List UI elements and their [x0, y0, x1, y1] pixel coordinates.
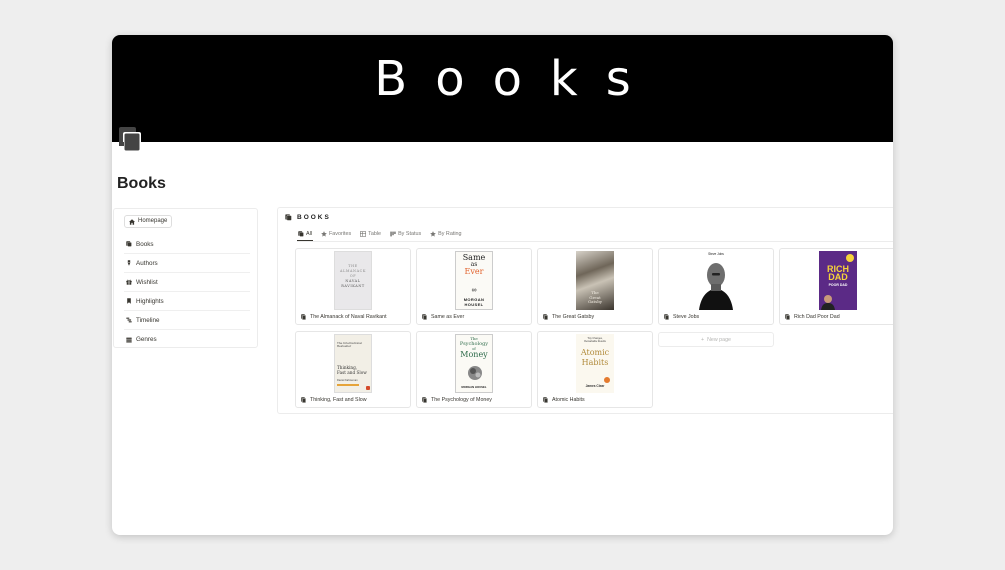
table-icon — [360, 231, 367, 237]
book-icon — [126, 241, 132, 247]
book-title: Same as Ever — [431, 314, 465, 320]
star-icon — [430, 231, 436, 237]
sidebar-item-wishlist[interactable]: Wishlist — [124, 273, 250, 292]
thinking-fast-slow-cover: The International Bestseller Thinking, F… — [334, 334, 372, 393]
page-title: Books — [117, 175, 166, 192]
tab-label: Table — [368, 231, 382, 237]
sidebar-item-label: Wishlist — [136, 278, 158, 286]
gift-icon — [126, 279, 132, 285]
sidebar-item-label: Highlights — [136, 297, 164, 305]
book-title: The Great Gatsby — [552, 314, 595, 320]
homepage-label: Homepage — [138, 218, 168, 224]
new-page-label: New page — [707, 336, 731, 343]
page-icon — [301, 397, 306, 403]
cover-title: Books — [374, 51, 659, 107]
book-cover-image: Same as Ever ∞ MORGAN HOUSEL — [417, 249, 531, 312]
steve-jobs-cover: Steve Jobs — [697, 251, 735, 310]
book-card-great-gatsby[interactable]: The Great Gatsby The Great Gatsby — [537, 248, 653, 325]
psychology-of-money-cover: The Psychology of Money MORGAN HOUSEL — [455, 334, 493, 393]
timeline-icon — [126, 317, 132, 323]
book-cover-image: The Great Gatsby — [538, 249, 652, 312]
sidebar-item-genres[interactable]: Genres — [124, 330, 250, 349]
book-title: Thinking, Fast and Slow — [310, 397, 367, 403]
rich-dad-author-photo — [821, 254, 854, 310]
page-icon — [422, 397, 427, 403]
tab-label: By Rating — [438, 231, 462, 237]
book-title: Rich Dad Poor Dad — [794, 314, 840, 320]
page-icon — [543, 314, 548, 320]
book-card-thinking-fast-slow[interactable]: The International Bestseller Thinking, F… — [295, 331, 411, 408]
database-title-text: BOOKS — [297, 214, 331, 221]
book-card-atomic-habits[interactable]: Tiny Changes, Remarkable Results Atomic … — [537, 331, 653, 408]
page-icon — [301, 314, 306, 320]
sidebar-nav: Homepage Books Authors Wishlist Highligh… — [113, 208, 258, 348]
book-cover-image: THE ALMANACK OF NAVAL RAVIKANT — [296, 249, 410, 312]
tab-by-rating[interactable]: By Rating — [429, 227, 462, 241]
books-database: BOOKS All Favorites Table By Status By R… — [277, 207, 893, 414]
book-card-almanack[interactable]: THE ALMANACK OF NAVAL RAVIKANT The Alman… — [295, 248, 411, 325]
book-title: Steve Jobs — [673, 314, 700, 320]
tab-favorites[interactable]: Favorites — [320, 227, 352, 241]
steve-jobs-portrait — [699, 263, 733, 310]
sidebar-item-label: Timeline — [136, 316, 160, 324]
notion-window: Books Books Homepage Books Authors Wishl… — [112, 35, 893, 535]
home-icon — [129, 218, 135, 225]
books-page-icon[interactable] — [118, 127, 142, 153]
book-title: The Almanack of Naval Ravikant — [310, 314, 387, 320]
book-cover-image: The Psychology of Money MORGAN HOUSEL — [417, 332, 531, 395]
homepage-link[interactable]: Homepage — [124, 215, 173, 228]
sidebar-item-label: Authors — [136, 259, 158, 267]
tab-label: All — [306, 230, 312, 237]
page-icon — [543, 397, 548, 403]
sidebar-item-books[interactable]: Books — [124, 235, 250, 254]
book-icon — [298, 230, 304, 237]
sidebar-item-highlights[interactable]: Highlights — [124, 292, 250, 311]
stack-icon — [126, 337, 132, 343]
tab-all[interactable]: All — [297, 227, 313, 241]
tabs-divider — [297, 241, 893, 242]
page-icon — [422, 314, 427, 320]
bookmark-icon — [127, 298, 131, 304]
book-card-steve-jobs[interactable]: Steve Jobs Steve Jobs — [658, 248, 774, 325]
board-icon — [390, 231, 396, 237]
book-card-psychology-of-money[interactable]: The Psychology of Money MORGAN HOUSEL Th… — [416, 331, 532, 408]
tab-by-status[interactable]: By Status — [389, 227, 422, 241]
atomic-habits-cover: Tiny Changes, Remarkable Results Atomic … — [576, 334, 614, 393]
tab-table[interactable]: Table — [359, 227, 382, 241]
view-tabs: All Favorites Table By Status By Rating — [297, 227, 463, 241]
book-card-same-as-ever[interactable]: Same as Ever ∞ MORGAN HOUSEL Same as Eve… — [416, 248, 532, 325]
tab-label: Favorites — [329, 231, 352, 237]
star-icon — [321, 231, 327, 237]
book-title: The Psychology of Money — [431, 397, 492, 403]
sidebar-item-label: Genres — [136, 336, 157, 343]
sidebar-item-authors[interactable]: Authors — [124, 254, 250, 273]
book-cover-image: Steve Jobs — [659, 249, 773, 312]
tab-label: By Status — [398, 231, 422, 237]
book-cover-image: Tiny Changes, Remarkable Results Atomic … — [538, 332, 652, 395]
database-title[interactable]: BOOKS — [285, 214, 331, 221]
page-icon — [785, 314, 790, 320]
sidebar-item-label: Books — [136, 240, 154, 248]
book-icon — [285, 214, 292, 221]
great-gatsby-cover: The Great Gatsby — [576, 251, 614, 310]
same-as-ever-cover: Same as Ever ∞ MORGAN HOUSEL — [455, 251, 493, 310]
plus-icon: + — [701, 336, 705, 343]
book-card-rich-dad[interactable]: RICH DAD POOR DAD Rich Dad Poor Dad — [779, 248, 893, 325]
page-cover[interactable]: Books — [112, 35, 893, 142]
book-cover-image: The International Bestseller Thinking, F… — [296, 332, 410, 395]
new-page-button[interactable]: + New page — [658, 332, 774, 347]
book-cover-image: RICH DAD POOR DAD — [780, 249, 893, 312]
book-title: Atomic Habits — [552, 397, 585, 403]
page-icon — [664, 314, 669, 320]
rich-dad-cover: RICH DAD POOR DAD — [819, 251, 857, 310]
almanack-cover: THE ALMANACK OF NAVAL RAVIKANT — [334, 251, 372, 310]
pen-icon — [127, 260, 131, 266]
sidebar-item-timeline[interactable]: Timeline — [124, 311, 250, 330]
